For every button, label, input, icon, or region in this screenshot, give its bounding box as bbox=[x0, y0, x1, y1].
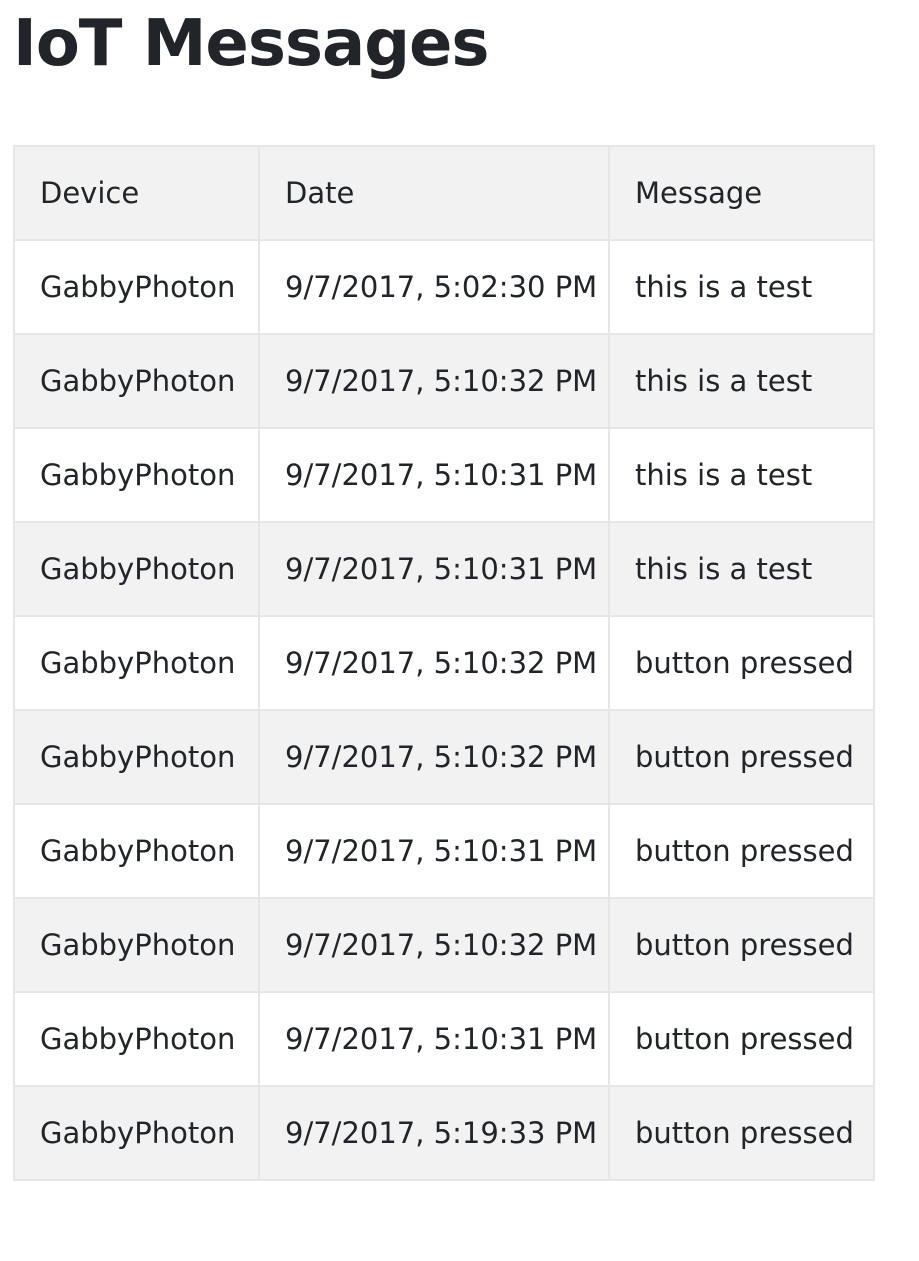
date-cell: 9/7/2017, 5:10:31 PM bbox=[258, 521, 610, 617]
device-cell: GabbyPhoton bbox=[13, 1085, 260, 1181]
message-cell: button pressed bbox=[608, 1085, 875, 1181]
device-cell: GabbyPhoton bbox=[13, 709, 260, 805]
message-cell: this is a test bbox=[608, 239, 875, 335]
message-cell: button pressed bbox=[608, 803, 875, 899]
table-row: GabbyPhoton 9/7/2017, 5:02:30 PM this is… bbox=[13, 239, 875, 335]
message-cell: this is a test bbox=[608, 521, 875, 617]
date-cell: 9/7/2017, 5:10:32 PM bbox=[258, 615, 610, 711]
device-cell: GabbyPhoton bbox=[13, 615, 260, 711]
table-row: GabbyPhoton 9/7/2017, 5:10:32 PM button … bbox=[13, 709, 875, 805]
date-cell: 9/7/2017, 5:19:33 PM bbox=[258, 1085, 610, 1181]
table-row: GabbyPhoton 9/7/2017, 5:10:32 PM button … bbox=[13, 897, 875, 993]
table-body: GabbyPhoton 9/7/2017, 5:02:30 PM this is… bbox=[13, 239, 875, 1181]
message-cell: button pressed bbox=[608, 991, 875, 1087]
device-cell: GabbyPhoton bbox=[13, 991, 260, 1087]
table-header-row: Device Date Message bbox=[13, 145, 875, 241]
table-header: Device Date Message bbox=[13, 145, 875, 241]
message-cell: this is a test bbox=[608, 427, 875, 523]
date-cell: 9/7/2017, 5:02:30 PM bbox=[258, 239, 610, 335]
table-row: GabbyPhoton 9/7/2017, 5:10:31 PM button … bbox=[13, 991, 875, 1087]
column-header-date: Date bbox=[258, 145, 610, 241]
message-cell: this is a test bbox=[608, 333, 875, 429]
device-cell: GabbyPhoton bbox=[13, 803, 260, 899]
date-cell: 9/7/2017, 5:10:32 PM bbox=[258, 897, 610, 993]
table-row: GabbyPhoton 9/7/2017, 5:10:32 PM button … bbox=[13, 615, 875, 711]
table-row: GabbyPhoton 9/7/2017, 5:10:31 PM button … bbox=[13, 803, 875, 899]
message-cell: button pressed bbox=[608, 615, 875, 711]
table-row: GabbyPhoton 9/7/2017, 5:19:33 PM button … bbox=[13, 1085, 875, 1181]
device-cell: GabbyPhoton bbox=[13, 521, 260, 617]
device-cell: GabbyPhoton bbox=[13, 239, 260, 335]
table-row: GabbyPhoton 9/7/2017, 5:10:32 PM this is… bbox=[13, 333, 875, 429]
messages-table: Device Date Message GabbyPhoton 9/7/2017… bbox=[13, 145, 875, 1181]
page-title: IoT Messages bbox=[13, 7, 489, 81]
date-cell: 9/7/2017, 5:10:31 PM bbox=[258, 427, 610, 523]
table-row: GabbyPhoton 9/7/2017, 5:10:31 PM this is… bbox=[13, 521, 875, 617]
column-header-message: Message bbox=[608, 145, 875, 241]
message-cell: button pressed bbox=[608, 897, 875, 993]
message-cell: button pressed bbox=[608, 709, 875, 805]
device-cell: GabbyPhoton bbox=[13, 333, 260, 429]
date-cell: 9/7/2017, 5:10:31 PM bbox=[258, 991, 610, 1087]
table-row: GabbyPhoton 9/7/2017, 5:10:31 PM this is… bbox=[13, 427, 875, 523]
device-cell: GabbyPhoton bbox=[13, 897, 260, 993]
date-cell: 9/7/2017, 5:10:32 PM bbox=[258, 333, 610, 429]
date-cell: 9/7/2017, 5:10:31 PM bbox=[258, 803, 610, 899]
column-header-device: Device bbox=[13, 145, 260, 241]
device-cell: GabbyPhoton bbox=[13, 427, 260, 523]
date-cell: 9/7/2017, 5:10:32 PM bbox=[258, 709, 610, 805]
